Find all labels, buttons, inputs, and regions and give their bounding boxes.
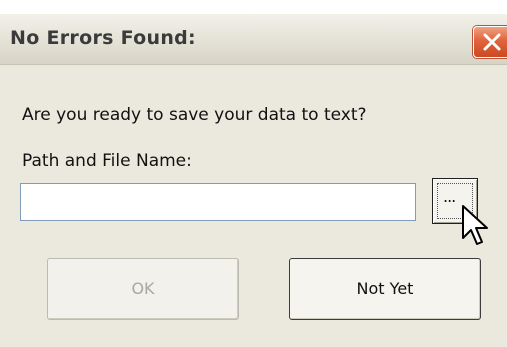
save-question: Are you ready to save your data to text? (22, 105, 367, 125)
path-label: Path and File Name: (22, 151, 192, 171)
dialog-window: No Errors Found: Are you ready to save y… (0, 0, 507, 347)
title-bar: No Errors Found: (0, 14, 507, 65)
dialog-body: Are you ready to save your data to text?… (0, 65, 507, 347)
not-yet-button[interactable]: Not Yet (289, 258, 481, 320)
close-icon (483, 33, 501, 51)
dialog-title: No Errors Found: (10, 27, 196, 49)
mouse-pointer-icon (462, 205, 488, 245)
path-input[interactable] (20, 183, 416, 221)
browse-label: ... (443, 187, 456, 206)
ok-button[interactable]: OK (47, 258, 239, 320)
close-button[interactable] (473, 26, 507, 58)
